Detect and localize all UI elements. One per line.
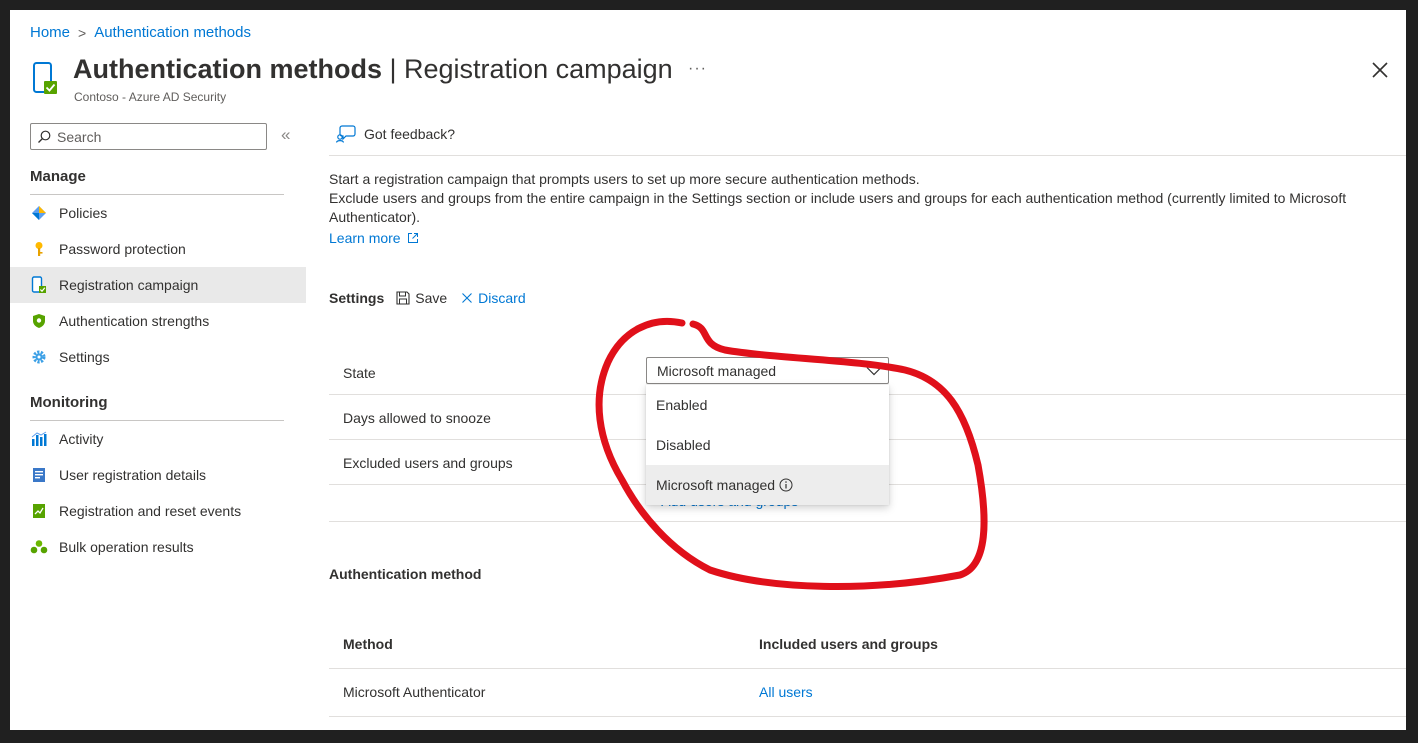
state-dropdown-value: Microsoft managed [657,362,777,379]
option-label: Microsoft managed [656,477,776,493]
row-divider [329,521,1406,522]
authentication-method-heading: Authentication method [329,566,482,582]
feedback-label: Got feedback? [364,126,456,142]
feedback-icon [336,125,356,143]
save-label: Save [415,290,448,306]
close-icon[interactable] [1368,58,1392,82]
sidebar-item-label: Settings [59,349,110,365]
search-icon [38,130,51,143]
discard-icon [462,293,473,303]
sidebar-item-label: Registration campaign [59,277,199,293]
sidebar-item-authentication-strengths[interactable]: Authentication strengths [10,303,306,339]
tenant-subtitle: Contoso - Azure AD Security [74,90,227,104]
sidebar-item-label: Password protection [59,241,186,257]
toolbar-divider [329,155,1406,156]
learn-more-label: Learn more [329,230,401,246]
sidebar-item-label: Authentication strengths [59,313,210,329]
page-title-main: Authentication methods [73,54,382,84]
sidebar-item-label: Policies [59,205,108,221]
sidebar-item-bulk-operation-results[interactable]: Bulk operation results [10,529,306,565]
option-label: Disabled [656,437,711,453]
description-line: Exclude users and groups from the entire… [329,190,1347,225]
collapse-sidebar-button[interactable]: « [281,125,290,145]
sidebar-item-activity[interactable]: Activity [10,421,306,457]
policies-icon [30,204,48,222]
info-icon[interactable] [779,478,793,492]
sidebar-item-policies[interactable]: Policies [10,195,306,231]
events-icon [30,502,48,520]
breadcrumb-separator: > [78,24,87,41]
sidebar-item-label: User registration details [59,467,207,483]
column-header-method: Method [343,636,393,652]
sidebar-item-label: Registration and reset events [59,503,242,519]
gear-icon [30,348,48,366]
bulk-icon [30,538,48,556]
column-header-included: Included users and groups [759,636,938,652]
discard-button[interactable]: Discard [461,290,526,306]
sidebar-item-settings[interactable]: Settings [10,339,306,375]
page-title-section: | Registration campaign [382,54,673,84]
state-option-enabled[interactable]: Enabled [646,385,889,425]
state-label: State [343,365,376,381]
monitoring-heading: Monitoring [30,394,108,411]
table-header-divider [329,668,1406,669]
table-row-divider [329,716,1406,717]
sidebar-item-registration-campaign[interactable]: Registration campaign [10,267,306,303]
search-input[interactable] [57,128,247,145]
breadcrumb: Home > Authentication methods [30,24,251,41]
portal-window: Home > Authentication methods Authentica… [10,10,1406,730]
sidebar-item-user-registration-details[interactable]: User registration details [10,457,306,493]
sidebar-item-label: Bulk operation results [59,539,194,555]
description-line: Start a registration campaign that promp… [329,171,920,187]
page-title: Authentication methods | Registration ca… [73,54,673,85]
settings-toolbar: Settings Save Discard [329,290,526,306]
external-link-icon [407,233,418,243]
state-option-microsoft-managed[interactable]: Microsoft managed [646,465,889,505]
key-icon [30,240,48,258]
feedback-button[interactable]: Got feedback? [336,125,455,143]
sidebar-item-password-protection[interactable]: Password protection [10,231,306,267]
chevron-down-icon [866,366,882,375]
sidebar-item-label: Activity [59,431,104,447]
option-label: Enabled [656,397,708,413]
campaign-description: Start a registration campaign that promp… [329,170,1404,227]
more-options-button[interactable]: ··· [688,60,707,78]
user-details-icon [30,466,48,484]
state-option-disabled[interactable]: Disabled [646,425,889,465]
shield-icon [30,312,48,330]
snooze-label: Days allowed to snooze [343,410,491,426]
breadcrumb-authentication-methods[interactable]: Authentication methods [94,24,251,41]
table-cell-included-link[interactable]: All users [759,684,813,700]
state-dropdown[interactable]: Microsoft managed [646,357,889,384]
excluded-label: Excluded users and groups [343,455,513,471]
activity-icon [30,430,48,448]
settings-heading: Settings [329,290,385,306]
save-icon [396,291,410,305]
phone-check-icon [33,62,57,94]
registration-icon [30,276,48,294]
sidebar-item-registration-and-reset-events[interactable]: Registration and reset events [10,493,306,529]
learn-more-link[interactable]: Learn more [329,230,419,246]
breadcrumb-home[interactable]: Home [30,24,70,41]
discard-label: Discard [478,290,526,306]
table-cell-method: Microsoft Authenticator [343,684,486,700]
save-button[interactable]: Save [396,290,447,306]
state-dropdown-menu: Enabled Disabled Microsoft managed [646,385,889,505]
manage-heading: Manage [30,168,86,185]
sidebar-search[interactable] [30,123,267,150]
